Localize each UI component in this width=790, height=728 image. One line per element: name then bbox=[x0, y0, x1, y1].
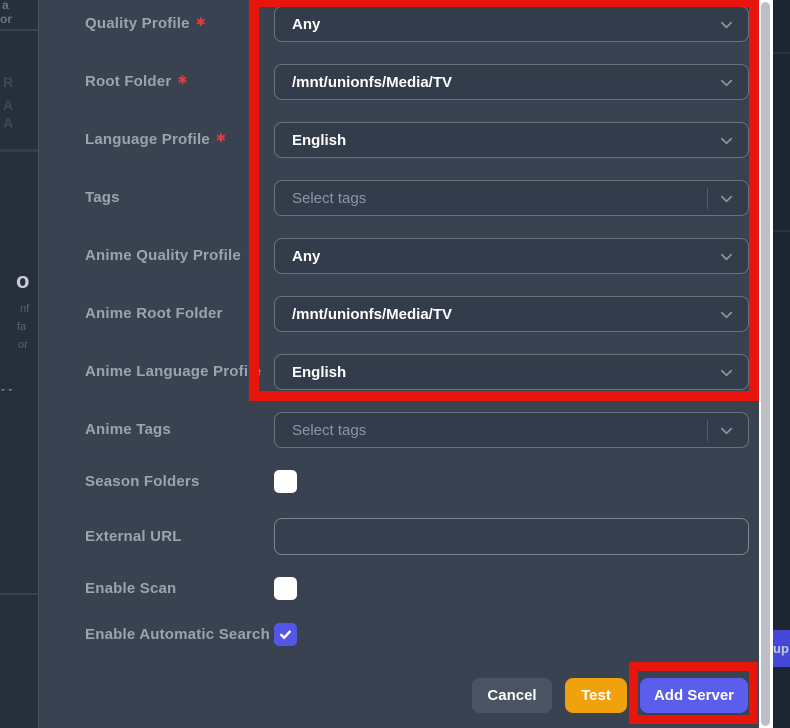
backdrop-text-fragment: a bbox=[2, 0, 9, 12]
backdrop-text-fragment: R bbox=[3, 74, 14, 90]
field-row-anime-language-profile: Anime Language Profile English bbox=[39, 354, 760, 390]
field-label: Enable Automatic Search bbox=[85, 623, 270, 646]
field-label: Anime Tags bbox=[85, 412, 171, 448]
external-url-input[interactable] bbox=[274, 518, 749, 555]
scrollbar-thumb[interactable] bbox=[761, 2, 770, 726]
quality-profile-select[interactable]: Any bbox=[274, 6, 749, 42]
page-backdrop-left: a or R A A o nf fa or - - bbox=[0, 0, 38, 728]
field-row-root-folder: Root Folder ✱ /mnt/unionfs/Media/TV bbox=[39, 64, 760, 100]
field-row-enable-scan: Enable Scan bbox=[39, 577, 760, 600]
chevron-down-icon bbox=[720, 253, 733, 260]
multiselect-divider bbox=[707, 419, 708, 441]
anime-root-folder-select[interactable]: /mnt/unionfs/Media/TV bbox=[274, 296, 749, 332]
label-text: Season Folders bbox=[85, 473, 200, 490]
cancel-button[interactable]: Cancel bbox=[472, 678, 552, 713]
field-row-enable-automatic-search: Enable Automatic Search bbox=[39, 623, 760, 646]
field-row-anime-root-folder: Anime Root Folder /mnt/unionfs/Media/TV bbox=[39, 296, 760, 332]
anime-quality-profile-select[interactable]: Any bbox=[274, 238, 749, 274]
chevron-down-icon bbox=[720, 21, 733, 28]
field-label: Enable Scan bbox=[85, 577, 176, 600]
check-icon bbox=[280, 630, 291, 639]
field-label: Anime Root Folder bbox=[85, 296, 223, 332]
backdrop-divider bbox=[0, 149, 38, 152]
backdrop-purple-button-fragment: up bbox=[773, 630, 790, 667]
label-text: Anime Root Folder bbox=[85, 305, 223, 322]
backdrop-text-fragment: A bbox=[3, 97, 14, 113]
chevron-down-icon bbox=[720, 369, 733, 376]
chevron-down-icon bbox=[720, 137, 733, 144]
placeholder-text: Select tags bbox=[292, 421, 367, 439]
field-row-external-url: External URL bbox=[39, 518, 760, 555]
label-text: Tags bbox=[85, 189, 120, 206]
backdrop-text-fragment: - - bbox=[1, 382, 13, 396]
anime-tags-multiselect[interactable]: Select tags bbox=[274, 412, 749, 448]
field-row-anime-quality-profile: Anime Quality Profile Any bbox=[39, 238, 760, 274]
field-label: Language Profile ✱ bbox=[85, 122, 226, 158]
backdrop-text-fragment: or bbox=[0, 12, 12, 26]
selected-value: Any bbox=[292, 15, 321, 33]
label-text: Quality Profile bbox=[85, 15, 190, 32]
placeholder-text: Select tags bbox=[292, 189, 367, 207]
selected-value: English bbox=[292, 131, 347, 149]
selected-value: English bbox=[292, 363, 347, 381]
label-text: Root Folder bbox=[85, 73, 172, 90]
backdrop-divider bbox=[0, 29, 38, 31]
field-label: External URL bbox=[85, 518, 182, 555]
required-asterisk: ✱ bbox=[195, 15, 206, 29]
language-profile-select[interactable]: English bbox=[274, 122, 749, 158]
field-label: Season Folders bbox=[85, 470, 200, 493]
backdrop-divider bbox=[773, 52, 790, 54]
enable-automatic-search-checkbox[interactable] bbox=[274, 623, 297, 646]
enable-scan-checkbox[interactable] bbox=[274, 577, 297, 600]
chevron-down-icon bbox=[720, 195, 733, 202]
field-label: Anime Quality Profile bbox=[85, 238, 241, 274]
label-text: Enable Scan bbox=[85, 580, 177, 597]
required-asterisk: ✱ bbox=[215, 131, 227, 145]
field-row-language-profile: Language Profile ✱ English bbox=[39, 122, 760, 158]
required-asterisk: ✱ bbox=[177, 73, 188, 87]
label-text: Language Profile bbox=[85, 131, 210, 148]
chevron-down-icon bbox=[720, 79, 733, 86]
multiselect-divider bbox=[707, 187, 708, 209]
backdrop-divider bbox=[773, 230, 790, 232]
backdrop-text-fragment: fa bbox=[17, 321, 27, 333]
field-label: Tags bbox=[85, 180, 120, 216]
backdrop-text-fragment: nf bbox=[20, 303, 30, 315]
add-server-button[interactable]: Add Server bbox=[640, 678, 748, 713]
label-text: Enable Automatic Search bbox=[85, 626, 270, 643]
test-button[interactable]: Test bbox=[565, 678, 627, 713]
backdrop-text-fragment: up bbox=[773, 641, 789, 656]
backdrop-text-fragment: o bbox=[16, 268, 30, 293]
chevron-down-icon bbox=[720, 427, 733, 434]
field-label: Root Folder ✱ bbox=[85, 64, 188, 100]
backdrop-text-fragment: or bbox=[18, 339, 28, 351]
scrollbar-track[interactable] bbox=[759, 0, 773, 728]
label-text: Anime Tags bbox=[85, 421, 171, 438]
anime-language-profile-select[interactable]: English bbox=[274, 354, 749, 390]
season-folders-checkbox[interactable] bbox=[274, 470, 297, 493]
chevron-down-icon bbox=[720, 311, 733, 318]
selected-value: /mnt/unionfs/Media/TV bbox=[292, 305, 452, 323]
add-server-modal: Quality Profile ✱ Any Root Folder ✱ /mnt/u… bbox=[38, 0, 759, 728]
page-backdrop-right: up bbox=[773, 0, 790, 728]
field-row-quality-profile: Quality Profile ✱ Any bbox=[39, 6, 760, 42]
tags-multiselect[interactable]: Select tags bbox=[274, 180, 749, 216]
field-row-anime-tags: Anime Tags Select tags bbox=[39, 412, 760, 448]
field-row-season-folders: Season Folders bbox=[39, 470, 760, 493]
selected-value: Any bbox=[292, 247, 321, 265]
label-text: Anime Language Profile bbox=[85, 363, 262, 380]
backdrop-divider bbox=[0, 593, 38, 595]
label-text: Anime Quality Profile bbox=[85, 247, 241, 264]
field-label: Anime Language Profile bbox=[85, 354, 261, 390]
field-label: Quality Profile ✱ bbox=[85, 6, 206, 42]
field-row-tags: Tags Select tags bbox=[39, 180, 760, 216]
backdrop-text-fragment: A bbox=[3, 115, 14, 131]
label-text: External URL bbox=[85, 528, 182, 545]
root-folder-select[interactable]: /mnt/unionfs/Media/TV bbox=[274, 64, 749, 100]
selected-value: /mnt/unionfs/Media/TV bbox=[292, 73, 452, 91]
